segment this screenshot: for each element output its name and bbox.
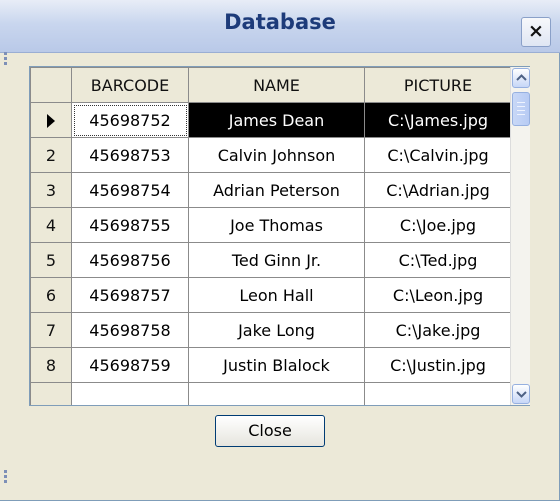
row-header[interactable]: 4 (30, 207, 72, 243)
column-header-name[interactable]: NAME (188, 67, 365, 103)
grid-header-row: BARCODE NAME PICTURE (30, 67, 512, 103)
database-window: Database × BARCODE NAME PICTURE 45698752… (0, 0, 560, 501)
chevron-up-icon[interactable] (512, 68, 530, 88)
row-header[interactable]: 3 (30, 172, 72, 208)
name-cell (188, 382, 365, 405)
picture-cell (364, 382, 512, 405)
row-header[interactable]: 8 (30, 347, 72, 383)
picture-cell[interactable]: C:\Justin.jpg (364, 347, 512, 383)
table-row[interactable]: 2 45698753 Calvin Johnson C:\Calvin.jpg (30, 137, 512, 173)
picture-cell[interactable]: C:\Ted.jpg (364, 242, 512, 278)
title-bar[interactable]: Database × (0, 0, 560, 53)
barcode-cell (71, 382, 189, 405)
grip-icon (4, 52, 8, 67)
name-cell[interactable]: Leon Hall (188, 277, 365, 313)
data-grid[interactable]: BARCODE NAME PICTURE 45698752 James Dean… (29, 66, 530, 406)
barcode-cell[interactable]: 45698756 (71, 242, 189, 278)
name-cell[interactable]: Jake Long (188, 312, 365, 348)
name-cell[interactable]: Calvin Johnson (188, 137, 365, 173)
window-title: Database (224, 10, 336, 34)
picture-cell[interactable]: C:\Adrian.jpg (364, 172, 512, 208)
close-icon[interactable]: × (521, 17, 551, 47)
picture-cell[interactable]: C:\Calvin.jpg (364, 137, 512, 173)
row-header[interactable]: 2 (30, 137, 72, 173)
name-cell[interactable]: Ted Ginn Jr. (188, 242, 365, 278)
barcode-cell[interactable]: 45698753 (71, 137, 189, 173)
barcode-cell[interactable]: 45698759 (71, 347, 189, 383)
table-row[interactable]: 4 45698755 Joe Thomas C:\Joe.jpg (30, 207, 512, 243)
table-row[interactable]: 7 45698758 Jake Long C:\Jake.jpg (30, 312, 512, 348)
corner-header[interactable] (30, 67, 72, 103)
picture-cell[interactable]: C:\Joe.jpg (364, 207, 512, 243)
row-header (30, 382, 72, 405)
row-header[interactable]: 5 (30, 242, 72, 278)
chevron-down-icon[interactable] (512, 384, 530, 404)
grip-icon (4, 470, 8, 485)
row-header[interactable]: 7 (30, 312, 72, 348)
table-row[interactable]: 45698752 James Dean C:\James.jpg (30, 102, 512, 138)
vertical-scrollbar[interactable] (510, 67, 530, 405)
row-header[interactable] (30, 102, 72, 138)
name-cell[interactable]: James Dean (188, 102, 365, 138)
table-row[interactable]: 3 45698754 Adrian Peterson C:\Adrian.jpg (30, 172, 512, 208)
barcode-cell[interactable]: 45698757 (71, 277, 189, 313)
table-row[interactable]: 8 45698759 Justin Blalock C:\Justin.jpg (30, 347, 512, 383)
barcode-cell[interactable]: 45698754 (71, 172, 189, 208)
column-header-picture[interactable]: PICTURE (364, 67, 512, 103)
name-cell[interactable]: Adrian Peterson (188, 172, 365, 208)
row-header[interactable]: 6 (30, 277, 72, 313)
name-cell[interactable]: Joe Thomas (188, 207, 365, 243)
table-row[interactable]: 5 45698756 Ted Ginn Jr. C:\Ted.jpg (30, 242, 512, 278)
close-button[interactable]: Close (215, 415, 325, 447)
row-pointer-icon (47, 114, 55, 128)
grid-table: BARCODE NAME PICTURE 45698752 James Dean… (30, 67, 512, 405)
name-cell[interactable]: Justin Blalock (188, 347, 365, 383)
picture-cell[interactable]: C:\Leon.jpg (364, 277, 512, 313)
barcode-cell[interactable]: 45698755 (71, 207, 189, 243)
picture-cell[interactable]: C:\Jake.jpg (364, 312, 512, 348)
picture-cell[interactable]: C:\James.jpg (364, 102, 512, 138)
column-header-barcode[interactable]: BARCODE (71, 67, 189, 103)
scrollbar-thumb[interactable] (512, 92, 530, 126)
barcode-cell[interactable]: 45698758 (71, 312, 189, 348)
table-row-partial (30, 382, 512, 405)
barcode-cell[interactable]: 45698752 (71, 102, 189, 138)
table-row[interactable]: 6 45698757 Leon Hall C:\Leon.jpg (30, 277, 512, 313)
